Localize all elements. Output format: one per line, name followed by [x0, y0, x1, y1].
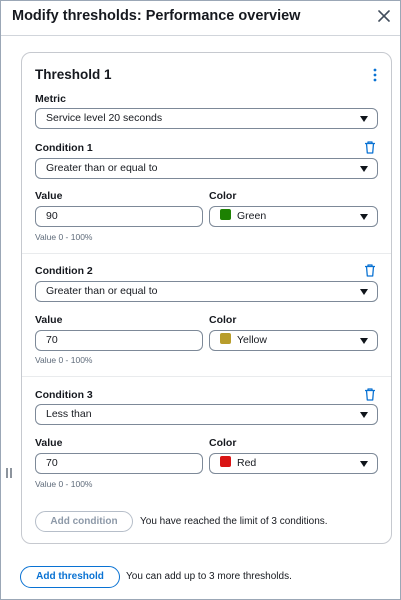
- modal-title: Modify thresholds: Performance overview: [12, 8, 301, 24]
- yellow-swatch-icon: [220, 333, 231, 344]
- caret-down-icon: [360, 461, 368, 467]
- condition-3-color-label: Color: [209, 437, 237, 449]
- condition-3-value-hint: Value 0 - 100%: [35, 479, 93, 489]
- modal-panel: Modify thresholds: Performance overview …: [0, 0, 401, 600]
- condition-3-value-label: Value: [35, 437, 63, 449]
- condition-2-operator-value: Greater than or equal to: [46, 285, 158, 297]
- red-swatch-icon: [220, 456, 231, 467]
- condition-3-operator-select[interactable]: Less than: [35, 404, 378, 425]
- condition-1-value-hint: Value 0 - 100%: [35, 232, 93, 242]
- condition-1-value-label: Value: [35, 190, 63, 202]
- close-icon[interactable]: [375, 7, 393, 25]
- divider: [22, 376, 391, 377]
- condition-3-color-select[interactable]: Red: [209, 453, 378, 474]
- threshold-card: Threshold 1 Metric Service level 20 seco…: [21, 52, 392, 544]
- metric-label: Metric: [35, 93, 66, 105]
- condition-limit-note: You have reached the limit of 3 conditio…: [140, 516, 328, 527]
- condition-1-operator-select[interactable]: Greater than or equal to: [35, 158, 378, 179]
- caret-down-icon: [360, 116, 368, 122]
- threshold-title: Threshold 1: [35, 67, 112, 82]
- condition-2-value-label: Value: [35, 314, 63, 326]
- metric-select[interactable]: Service level 20 seconds: [35, 108, 378, 129]
- condition-2-value-input[interactable]: 70: [35, 330, 203, 351]
- condition-3-operator-value: Less than: [46, 408, 92, 420]
- condition-3-label: Condition 3: [35, 389, 93, 401]
- add-condition-button[interactable]: Add condition: [35, 511, 133, 532]
- trash-icon[interactable]: [364, 264, 376, 277]
- condition-2-color-label: Color: [209, 314, 237, 326]
- caret-down-icon: [360, 289, 368, 295]
- modal-header: Modify thresholds: Performance overview: [1, 1, 400, 36]
- caret-down-icon: [360, 412, 368, 418]
- condition-2-label: Condition 2: [35, 265, 93, 277]
- condition-1-color-select[interactable]: Green: [209, 206, 378, 227]
- condition-3-value-input[interactable]: 70: [35, 453, 203, 474]
- condition-2-color-select[interactable]: Yellow: [209, 330, 378, 351]
- caret-down-icon: [360, 166, 368, 172]
- condition-1-operator-value: Greater than or equal to: [46, 162, 158, 174]
- condition-1-value-input[interactable]: 90: [35, 206, 203, 227]
- condition-1-label: Condition 1: [35, 142, 93, 154]
- trash-icon[interactable]: [364, 141, 376, 154]
- threshold-limit-note: You can add up to 3 more thresholds.: [126, 571, 292, 582]
- condition-1-color-value: Green: [237, 210, 267, 222]
- add-threshold-button[interactable]: Add threshold: [20, 566, 120, 588]
- drag-handle-icon[interactable]: [5, 467, 13, 479]
- trash-icon[interactable]: [364, 388, 376, 401]
- more-vertical-icon[interactable]: [369, 67, 381, 83]
- condition-1-color-label: Color: [209, 190, 237, 202]
- metric-select-value: Service level 20 seconds: [46, 112, 163, 124]
- condition-2-value-hint: Value 0 - 100%: [35, 355, 93, 365]
- condition-2-color-value: Yellow: [237, 334, 267, 346]
- green-swatch-icon: [220, 209, 231, 220]
- divider: [22, 253, 391, 254]
- condition-2-operator-select[interactable]: Greater than or equal to: [35, 281, 378, 302]
- caret-down-icon: [360, 214, 368, 220]
- caret-down-icon: [360, 338, 368, 344]
- condition-3-color-value: Red: [237, 457, 257, 469]
